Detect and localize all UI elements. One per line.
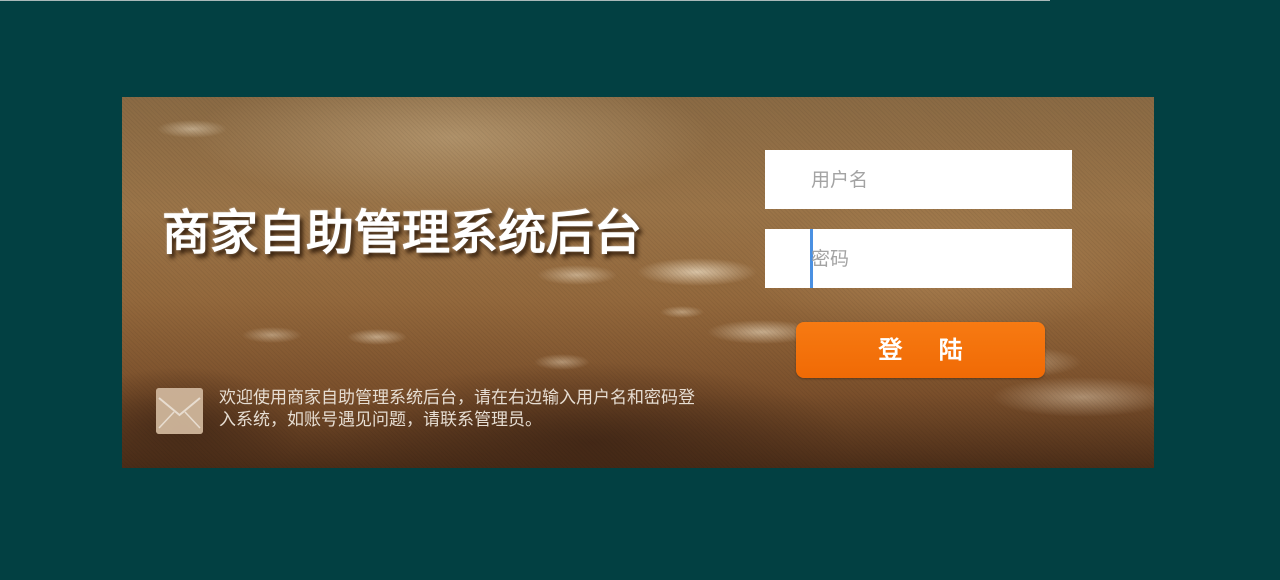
password-field[interactable] [765, 229, 1072, 288]
password-input[interactable] [811, 229, 1061, 288]
login-button[interactable]: 登 陆 [796, 322, 1045, 378]
login-panel: 商家自助管理系统后台 登 陆 欢迎使用商家自助管理系统后台，请在右边输入用户名和… [122, 97, 1154, 468]
envelope-icon [156, 388, 203, 434]
top-divider [0, 0, 1050, 1]
username-field[interactable] [765, 150, 1072, 209]
username-input[interactable] [811, 150, 1061, 209]
system-title: 商家自助管理系统后台 [162, 205, 643, 261]
welcome-notice: 欢迎使用商家自助管理系统后台，请在右边输入用户名和密码登入系统，如账号遇见问题，… [219, 388, 695, 430]
